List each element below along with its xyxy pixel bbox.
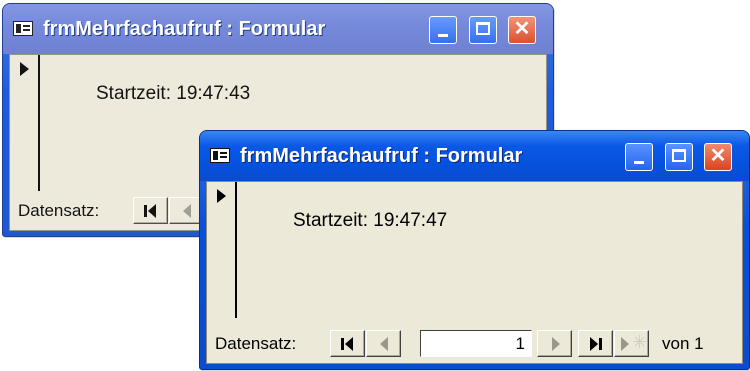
form-body: Startzeit: 19:47:47 Datensatz: 1 ✳ von 1 — [206, 181, 743, 364]
maximize-button[interactable] — [665, 143, 693, 171]
start-time-value: 19:47:47 — [373, 210, 448, 231]
record-number-input[interactable]: 1 — [420, 330, 532, 357]
new-record-button[interactable]: ✳ — [614, 330, 649, 357]
start-time-field: Startzeit: 19:47:47 — [293, 210, 447, 232]
window-title: frmMehrfachaufruf : Formular — [240, 145, 523, 167]
record-nav-label: Datensatz: — [215, 334, 297, 353]
close-button[interactable]: ✕ — [704, 143, 732, 171]
record-selector-icon — [20, 62, 29, 76]
close-icon: ✕ — [709, 145, 727, 167]
form-window-foreground[interactable]: frmMehrfachaufruf : Formular ✕ Startzeit… — [199, 130, 750, 370]
close-icon: ✕ — [513, 18, 531, 40]
first-record-button[interactable] — [133, 197, 168, 224]
form-icon[interactable] — [13, 21, 33, 36]
minimize-icon — [438, 34, 448, 37]
record-total: 1 — [694, 334, 704, 353]
window-title: frmMehrfachaufruf : Formular — [43, 18, 326, 40]
title-bar[interactable]: frmMehrfachaufruf : Formular ✕ — [3, 4, 553, 54]
minimize-button[interactable] — [429, 16, 457, 44]
record-navigation: Datensatz: 1 ✳ von 1 — [215, 330, 735, 358]
record-count: von 1 — [662, 334, 704, 354]
maximize-icon — [476, 22, 490, 35]
previous-record-button[interactable] — [366, 330, 401, 357]
close-button[interactable]: ✕ — [508, 16, 536, 44]
of-label: von — [662, 334, 690, 353]
record-selector[interactable] — [10, 55, 40, 191]
next-record-button[interactable] — [537, 330, 572, 357]
start-time-value: 19:47:43 — [176, 83, 251, 104]
title-bar[interactable]: frmMehrfachaufruf : Formular ✕ — [200, 131, 749, 181]
maximize-button[interactable] — [469, 16, 497, 44]
minimize-icon — [634, 161, 644, 164]
record-selector-icon — [217, 189, 226, 203]
record-nav-label: Datensatz: — [18, 201, 100, 220]
start-time-field: Startzeit: 19:47:43 — [96, 83, 250, 105]
start-time-label: Startzeit: — [293, 210, 368, 231]
record-selector[interactable] — [207, 182, 237, 318]
form-icon[interactable] — [210, 148, 230, 163]
last-record-button[interactable] — [578, 330, 613, 357]
minimize-button[interactable] — [625, 143, 653, 171]
start-time-label: Startzeit: — [96, 83, 171, 104]
maximize-icon — [672, 149, 686, 162]
first-record-button[interactable] — [330, 330, 365, 357]
